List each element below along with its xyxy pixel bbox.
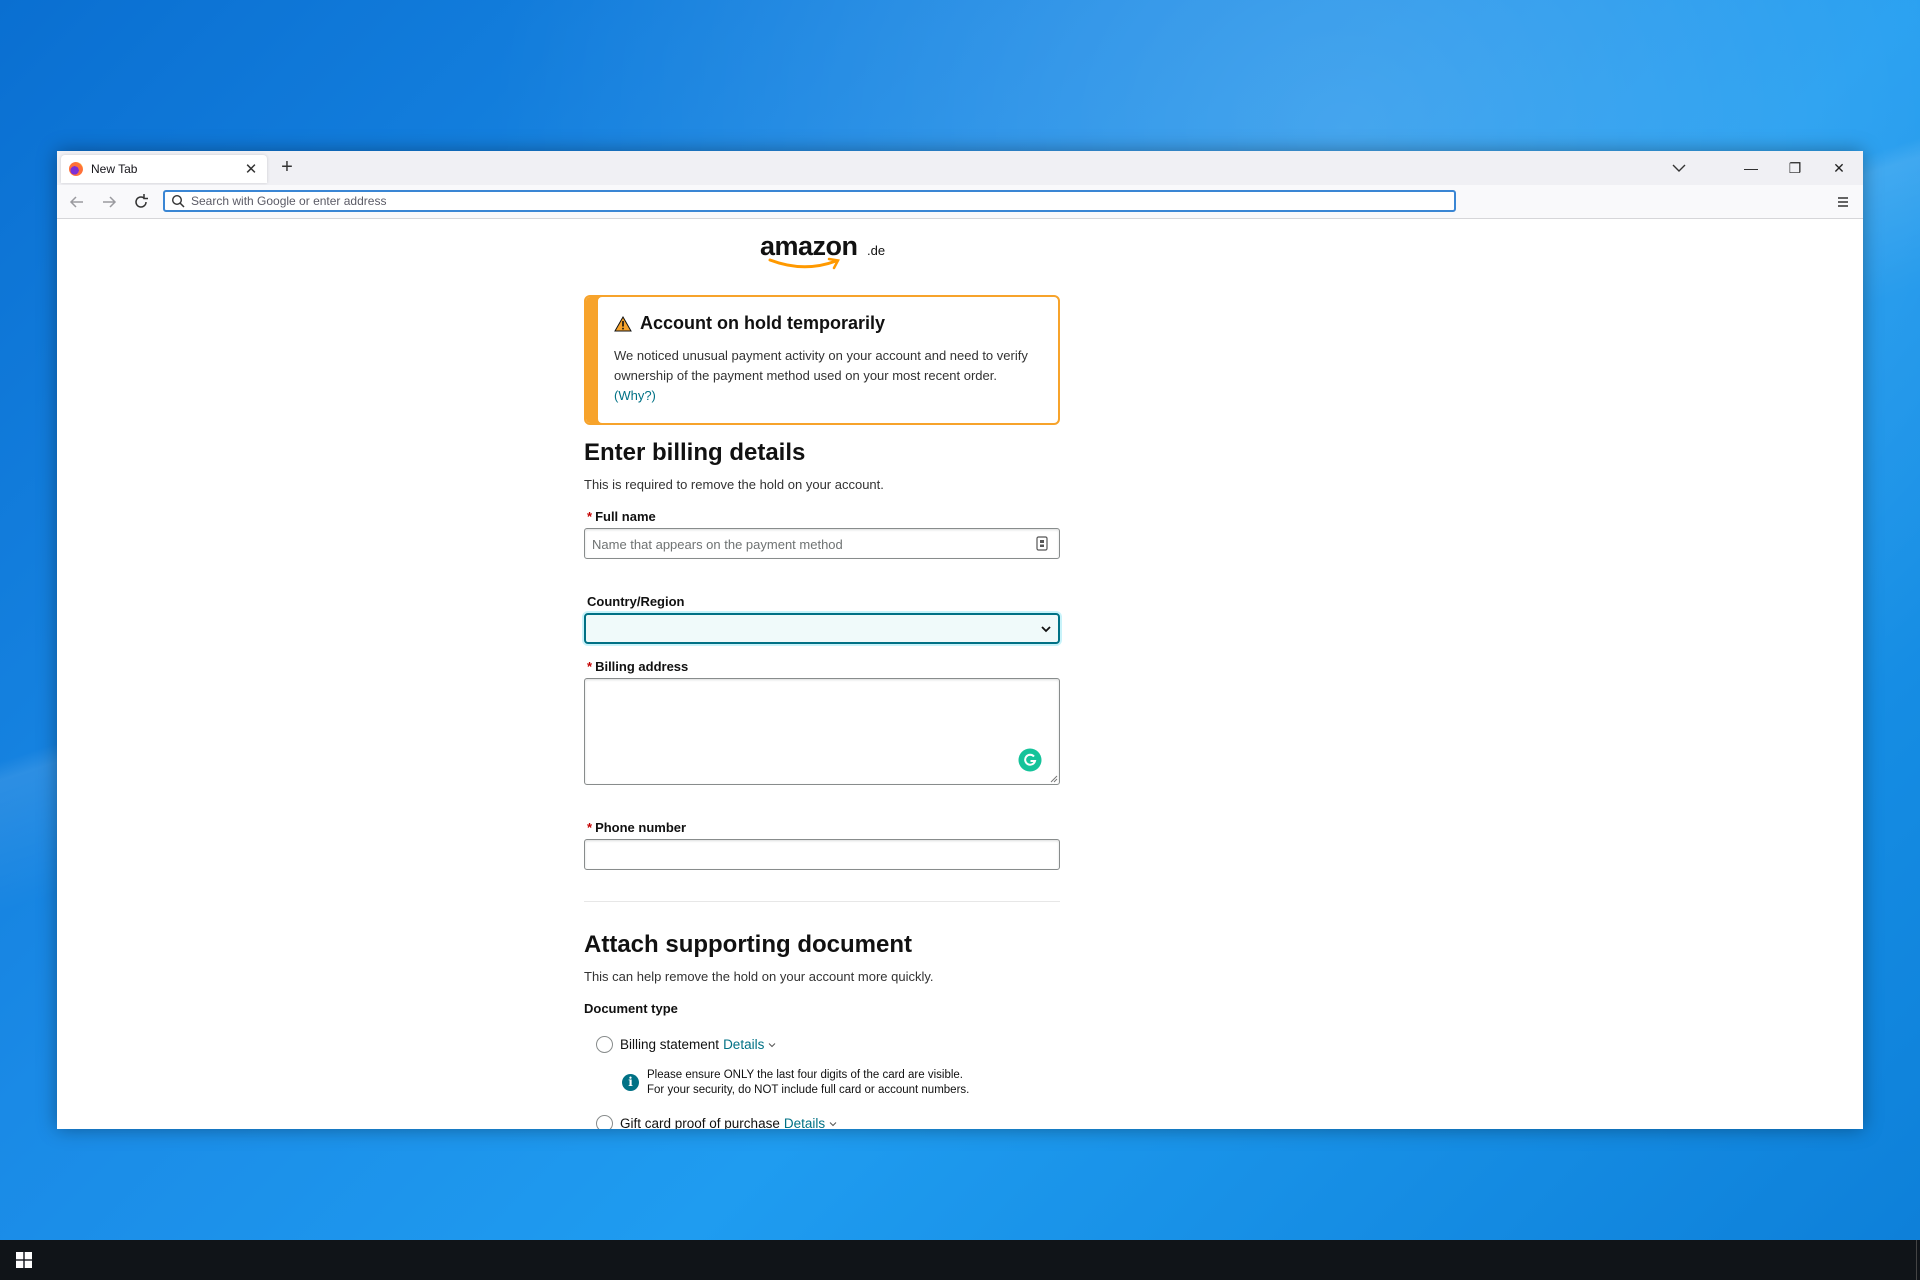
autofill-contact-icon[interactable] <box>1036 536 1048 551</box>
resize-handle-icon[interactable] <box>1049 774 1058 783</box>
minimize-button[interactable]: — <box>1729 151 1773 185</box>
chevron-down-icon <box>1672 164 1686 172</box>
chevron-down-icon <box>768 1042 776 1047</box>
close-window-button[interactable]: ✕ <box>1817 151 1861 185</box>
billing-subtext: This is required to remove the hold on y… <box>584 477 884 492</box>
app-menu-button[interactable] <box>1831 190 1855 214</box>
alert-title: Account on hold temporarily <box>640 313 886 333</box>
forward-button[interactable] <box>97 190 121 214</box>
arrow-left-icon <box>69 196 83 208</box>
billing-address-textarea[interactable] <box>584 678 1060 785</box>
web-page: amazon .de Account on hold temporarily W… <box>57 219 1863 1129</box>
grammarly-icon[interactable] <box>1018 748 1042 772</box>
tab-close-icon[interactable]: ✕ <box>243 160 259 178</box>
radio-label: Billing statement <box>620 1037 720 1052</box>
details-link[interactable]: Details <box>784 1116 825 1129</box>
reload-button[interactable] <box>129 190 153 214</box>
document-heading: Attach supporting document <box>584 931 912 958</box>
country-label: Country/Region <box>587 594 685 609</box>
billing-heading: Enter billing details <box>584 439 806 466</box>
radio-label: Gift card proof of purchase <box>620 1116 780 1129</box>
country-select[interactable] <box>584 613 1060 644</box>
search-icon <box>171 194 185 208</box>
radio-button[interactable] <box>596 1115 613 1129</box>
firefox-icon <box>69 162 83 176</box>
back-button[interactable] <box>65 190 89 214</box>
logo-tld: .de <box>867 243 886 258</box>
tab-bar: New Tab ✕ + — ❐ ✕ <box>57 151 1863 185</box>
alert-body: We noticed unusual payment activity on y… <box>614 346 1038 406</box>
tab-new-tab[interactable]: New Tab ✕ <box>61 155 267 183</box>
arrow-right-icon <box>103 196 117 208</box>
radio-button[interactable] <box>596 1036 613 1053</box>
new-tab-button[interactable]: + <box>275 156 299 180</box>
document-type-label: Document type <box>584 1001 678 1016</box>
full-name-input[interactable]: Name that appears on the payment method <box>584 528 1060 559</box>
address-bar[interactable]: Search with Google or enter address <box>163 190 1456 212</box>
required-mark: * <box>587 820 593 835</box>
details-link[interactable]: Details <box>723 1037 764 1052</box>
info-line-1: Please ensure ONLY the last four digits … <box>647 1069 963 1081</box>
list-all-tabs-button[interactable] <box>1665 155 1693 181</box>
account-hold-alert: Account on hold temporarily We noticed u… <box>584 295 1060 425</box>
info-note: i Please ensure ONLY the last four digit… <box>622 1068 969 1098</box>
section-divider <box>584 901 1060 902</box>
billing-address-label: * Billing address <box>587 659 689 674</box>
radio-gift-card[interactable]: Gift card proof of purchase Details <box>596 1115 837 1129</box>
windows-logo-icon <box>16 1252 32 1268</box>
phone-input[interactable] <box>584 839 1060 870</box>
chevron-down-icon <box>829 1121 837 1126</box>
info-line-2: For your security, do NOT include full c… <box>647 1084 970 1096</box>
chevron-down-icon <box>1041 626 1051 633</box>
required-mark: * <box>587 509 593 524</box>
alert-body-text: We noticed unusual payment activity on y… <box>614 348 1028 383</box>
document-subtext: This can help remove the hold on your ac… <box>584 969 934 984</box>
restore-button[interactable]: ❐ <box>1773 151 1817 185</box>
start-button[interactable] <box>0 1240 48 1280</box>
why-link[interactable]: (Why?) <box>614 388 656 403</box>
info-icon: i <box>622 1074 639 1091</box>
address-placeholder: Search with Google or enter address <box>191 194 387 208</box>
full-name-placeholder: Name that appears on the payment method <box>592 537 843 552</box>
radio-billing-statement[interactable]: Billing statement Details <box>596 1036 776 1053</box>
warning-icon <box>614 315 632 331</box>
amazon-logo[interactable]: amazon .de <box>760 231 890 270</box>
full-name-label: * Full name <box>587 509 656 524</box>
navigation-toolbar: Search with Google or enter address <box>57 185 1863 219</box>
smile-arrow-icon <box>768 257 840 270</box>
phone-label: * Phone number <box>587 820 687 835</box>
taskbar <box>0 1240 1920 1280</box>
hamburger-menu-icon <box>1838 197 1848 207</box>
show-desktop-button[interactable] <box>1916 1240 1920 1280</box>
reload-icon <box>135 194 148 208</box>
browser-window: New Tab ✕ + — ❐ ✕ Search with Google or … <box>57 151 1863 1129</box>
tab-title: New Tab <box>91 162 138 176</box>
required-mark: * <box>587 659 593 674</box>
